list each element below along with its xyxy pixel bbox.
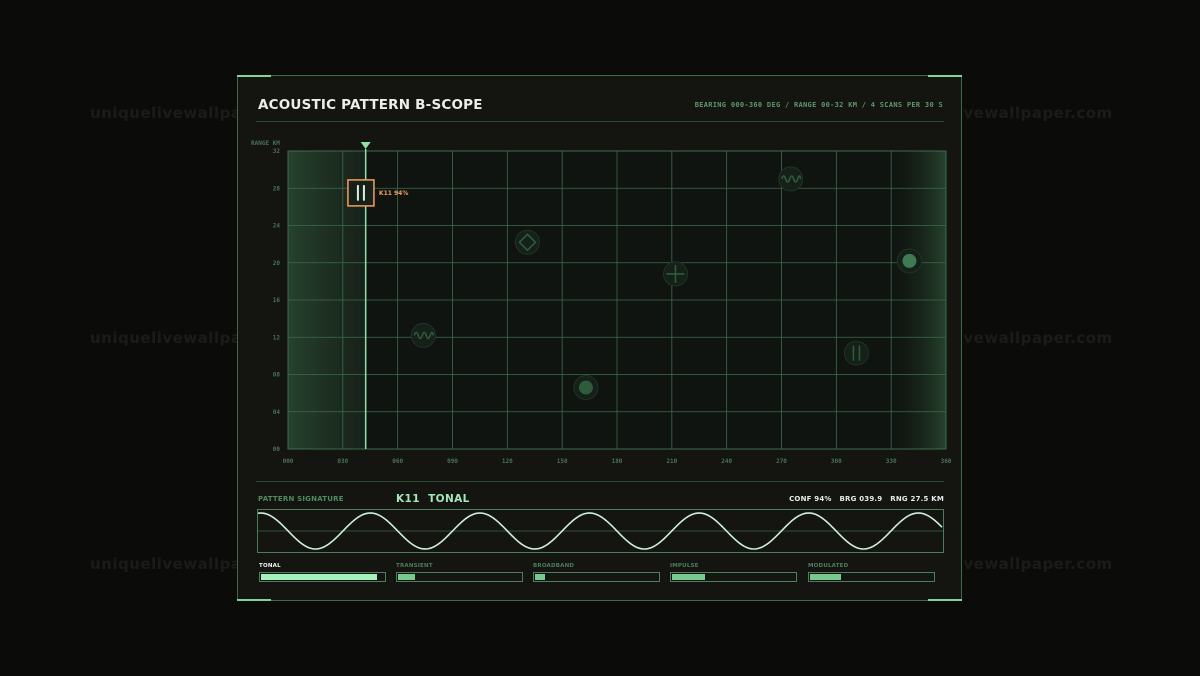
y-tick-label: 12 xyxy=(273,334,281,341)
x-tick-label: 330 xyxy=(886,458,897,465)
b-scope-canvas[interactable]: RANGE KM32 28 24 20 16 12 08 04 00000 030 060 090 12… xyxy=(251,140,952,465)
y-tick-label: 20 xyxy=(273,260,281,267)
x-tick-label: 270 xyxy=(776,458,787,465)
corner-accent xyxy=(237,75,271,77)
corner-accent xyxy=(237,599,271,601)
meter-label: MODULATED xyxy=(808,563,849,569)
sweep-marker-icon[interactable] xyxy=(360,142,371,149)
meter-label: BROADBAND xyxy=(533,563,575,569)
x-tick-label: 030 xyxy=(337,458,348,465)
contact-modulated-icon[interactable] xyxy=(410,322,436,348)
contact-tonal-icon[interactable] xyxy=(843,340,869,366)
x-tick-label: 150 xyxy=(557,458,568,465)
b-scope-panel: ACOUSTIC PATTERN B-SCOPE BEARING 000-360… xyxy=(237,75,962,601)
y-tick-label: 24 xyxy=(273,223,281,230)
contact-modulated-icon[interactable] xyxy=(778,166,804,192)
meter-label: TRANSIENT xyxy=(396,563,433,569)
corner-accent xyxy=(928,75,962,77)
y-tick-label: 00 xyxy=(273,446,281,453)
x-tick-label: 000 xyxy=(283,458,294,465)
y-axis-title: RANGE KM xyxy=(251,140,280,147)
selected-contact-icon[interactable] xyxy=(347,179,375,207)
y-tick-label: 28 xyxy=(273,185,281,192)
x-tick-label: 090 xyxy=(447,458,458,465)
meter-fill xyxy=(398,574,416,580)
signature-waveform xyxy=(257,509,944,553)
x-tick-label: 180 xyxy=(612,458,623,465)
x-tick-label: 240 xyxy=(721,458,732,465)
pattern-signature-name: K11 TONAL xyxy=(396,493,470,505)
meter-tonal: TONAL xyxy=(259,563,386,582)
meter-track xyxy=(670,572,797,582)
page-title: ACOUSTIC PATTERN B-SCOPE xyxy=(258,97,483,113)
meter-label: TONAL xyxy=(259,563,281,569)
meter-broadband: BROADBAND xyxy=(533,563,660,582)
selected-contact-label: K11 94% xyxy=(379,190,408,197)
meter-transient: TRANSIENT xyxy=(396,563,523,582)
meter-fill xyxy=(535,574,545,580)
meter-track xyxy=(259,572,386,582)
meter-label: IMPULSE xyxy=(670,563,699,569)
x-tick-label: 120 xyxy=(502,458,513,465)
contact-broadband-icon[interactable] xyxy=(662,261,688,287)
header-divider xyxy=(256,121,944,122)
y-tick-label: 08 xyxy=(273,372,281,379)
x-tick-label: 060 xyxy=(392,458,403,465)
meter-track xyxy=(396,572,523,582)
meter-track xyxy=(808,572,935,582)
y-tick-label: 04 xyxy=(273,409,281,416)
meter-fill xyxy=(810,574,841,580)
y-tick-label: 32 xyxy=(273,148,281,155)
screen: uniquelivewallpaper.com uniquelivewallpa… xyxy=(0,0,1200,676)
meter-track xyxy=(533,572,660,582)
x-tick-label: 300 xyxy=(831,458,842,465)
meter-fill xyxy=(672,574,706,580)
y-tick-label: 16 xyxy=(273,297,281,304)
signature-stats: CONF 94% BRG 039.9 RNG 27.5 KM xyxy=(789,495,944,503)
corner-accent xyxy=(928,599,962,601)
x-tick-label: 360 xyxy=(941,458,952,465)
pattern-signature-label: PATTERN SIGNATURE xyxy=(258,495,344,503)
contact-transient-icon[interactable] xyxy=(514,229,540,255)
contact-impulse-icon[interactable] xyxy=(896,248,922,274)
x-tick-label: 210 xyxy=(666,458,677,465)
scope-parameters: BEARING 000-360 DEG / RANGE 00-32 KM / 4… xyxy=(694,101,943,109)
meter-modulated: MODULATED xyxy=(808,563,935,582)
signature-id: K11 xyxy=(396,493,420,505)
section-divider xyxy=(256,481,944,482)
waveform-plot xyxy=(257,512,943,550)
signature-type: TONAL xyxy=(428,493,470,505)
meter-impulse: IMPULSE xyxy=(670,563,797,582)
b-scope-display[interactable]: RANGE KM 32 28 24 20 16 12 08 04 00 000 030 060 090 12… xyxy=(251,140,952,465)
meter-fill xyxy=(261,574,377,580)
contact-impulse-icon[interactable] xyxy=(573,375,599,401)
